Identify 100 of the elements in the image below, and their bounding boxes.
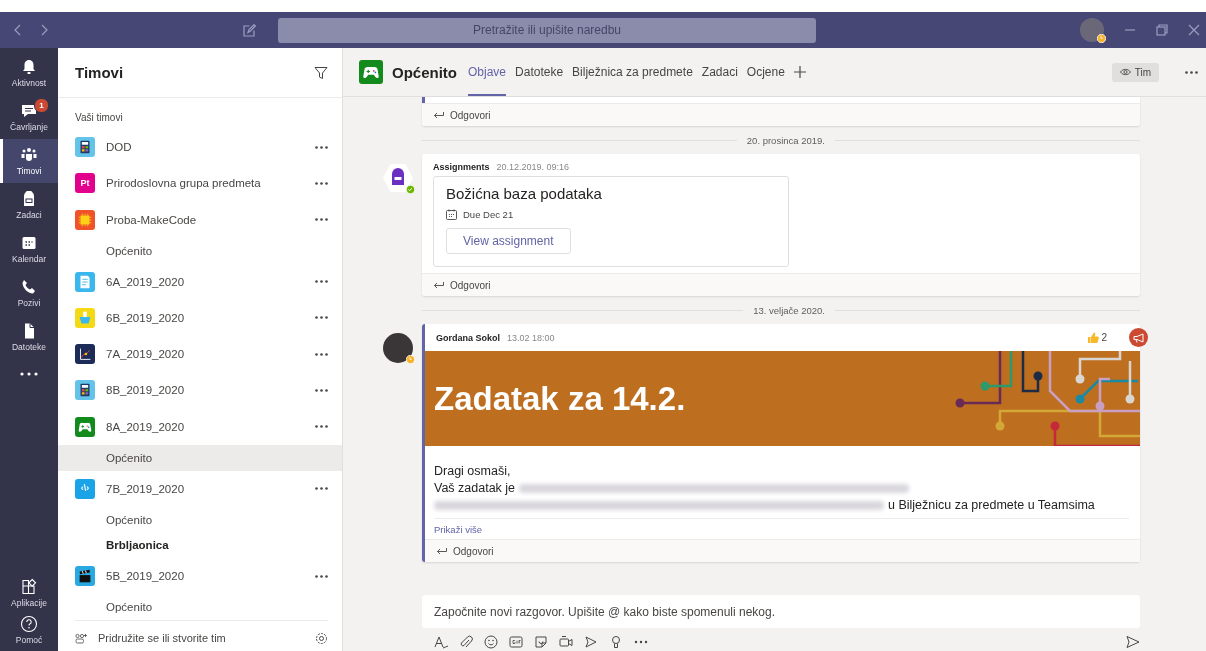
help-icon [20,615,38,633]
more-icon[interactable] [315,487,328,491]
team-button[interactable]: Tim [1111,62,1159,82]
add-tab-icon[interactable] [793,66,806,78]
team-icon: Pt [75,173,95,194]
close-icon[interactable] [1188,24,1200,36]
channel-item[interactable]: Općenito [58,594,342,621]
join-team-link[interactable]: Pridružite se ili stvorite tim [98,632,305,645]
forward-icon[interactable] [40,24,48,36]
more-icon[interactable] [1185,70,1198,74]
apps-icon [20,578,38,596]
announcement-headline: Zadatak za 14.2. [433,379,686,418]
filter-icon[interactable] [314,65,328,80]
back-icon[interactable] [14,24,22,36]
play-arrow-icon[interactable] [584,635,598,649]
show-more-link[interactable]: Prikaži više [425,519,492,539]
channel-tab[interactable]: Ocjene [746,48,785,96]
more-icon[interactable] [315,145,328,149]
gif-icon[interactable] [509,635,523,649]
app-bar-item[interactable]: Timovi [0,139,58,183]
like-count: 2 [1101,332,1107,343]
channel-tab[interactable]: Datoteke [515,48,564,96]
app-bar-item[interactable]: Čavrljanje 1 [0,95,58,139]
emoji-icon[interactable] [484,635,498,649]
team-name[interactable]: 5B_2019_2020 [106,570,304,583]
phone-icon [20,278,38,296]
author-name: Assignments [433,162,490,172]
settings-icon[interactable] [315,631,328,645]
more-icon[interactable] [20,372,38,376]
channel-tab[interactable]: Bilježnica za predmete [572,48,693,96]
app-bar-item[interactable]: Pozivi [0,271,58,315]
medal-icon[interactable] [609,635,623,649]
more-icon[interactable] [315,425,328,429]
panel-title: Timovi [75,64,125,81]
app-bar-item[interactable]: Aplikacije [0,571,58,615]
message-text: u Bilježnicu za predmete u Teamsima [888,497,1095,514]
calendar-icon [20,234,38,252]
more-icon[interactable] [315,316,328,320]
backpack-icon [383,163,413,193]
eye-icon [1119,68,1131,76]
team-name[interactable]: 6B_2019_2020 [106,311,304,324]
calendar-icon [446,209,457,220]
team-name[interactable]: 7A_2019_2020 [106,348,304,361]
attach-icon[interactable] [459,635,473,649]
sticker-icon[interactable] [534,635,548,649]
date-divider: 20. prosinca 2019. [746,134,825,146]
more-icon[interactable] [315,574,328,578]
view-assignment-button[interactable]: View assignment [446,228,571,254]
team-icon: ‹\› [75,478,95,499]
app-bar-item[interactable]: Pomoć [0,615,58,651]
due-date: Due Dec 21 [463,209,514,220]
more-icon[interactable] [315,352,328,356]
search-field[interactable]: Pretražite ili upišite naredbu [278,17,816,43]
team-name[interactable]: Proba-MakeCode [106,213,304,226]
app-bar-item[interactable]: Zadaci [0,183,58,227]
section-label: Vaši timovi [74,111,124,125]
send-icon[interactable] [1126,635,1140,649]
channel-item[interactable]: Općenito [58,237,342,264]
reply-icon [433,281,444,289]
notification-badge: 1 [34,98,49,113]
video-camera-icon[interactable] [559,635,573,649]
team-name[interactable]: 6A_2019_2020 [106,275,304,288]
format-icon[interactable] [434,635,448,649]
team-name[interactable]: DOD [106,141,304,154]
message-field[interactable]: Započnite novi razgovor. Upišite @ kako biste spomenuli nekog. [422,595,1140,628]
app-bar-item[interactable]: Kalendar [0,227,58,271]
compose-icon[interactable] [243,23,256,37]
join-team-icon [75,632,88,644]
reply-link[interactable]: Odgovori [450,279,491,291]
channel-tab[interactable]: Zadaci [701,48,738,96]
team-name[interactable]: 7B_2019_2020 [106,482,304,495]
restore-icon[interactable] [1156,24,1168,36]
timestamp: 20.12.2019. 09:16 [496,162,570,172]
user-avatar[interactable] [1080,18,1104,42]
channel-item[interactable]: Brbljaonica [58,532,342,559]
more-icon[interactable] [315,388,328,392]
reply-link[interactable]: Odgovori [450,109,491,121]
reply-link[interactable]: Odgovori [453,545,494,557]
reply-icon [433,111,444,119]
more-icon[interactable] [315,218,328,222]
channel-item[interactable]: Općenito [58,444,342,471]
channel-title: Općenito [392,63,457,81]
team-name[interactable]: 8A_2019_2020 [106,420,304,433]
channel-item[interactable]: Općenito [58,506,342,533]
reply-icon [436,547,447,555]
message-text: Dragi osmaši, [434,463,511,480]
author-name: Gordana Sokol [436,332,500,343]
teams-icon [20,146,38,164]
bell-icon [20,58,38,76]
assignment-title: Božićna baza podataka [446,185,603,202]
date-divider: 13. veljače 2020. [753,304,825,316]
team-name[interactable]: Prirodoslovna grupa predmeta [106,177,304,190]
thumbs-up-icon [1087,332,1100,343]
timestamp: 13.02 18:00 [507,332,555,343]
app-bar-item[interactable]: Aktivnost [0,51,58,95]
more-icon[interactable] [315,280,328,284]
more-icon[interactable] [315,181,328,185]
app-bar-item[interactable]: Datoteke [0,315,58,359]
team-name[interactable]: 8B_2019_2020 [106,384,304,397]
chat-icon [20,102,38,120]
